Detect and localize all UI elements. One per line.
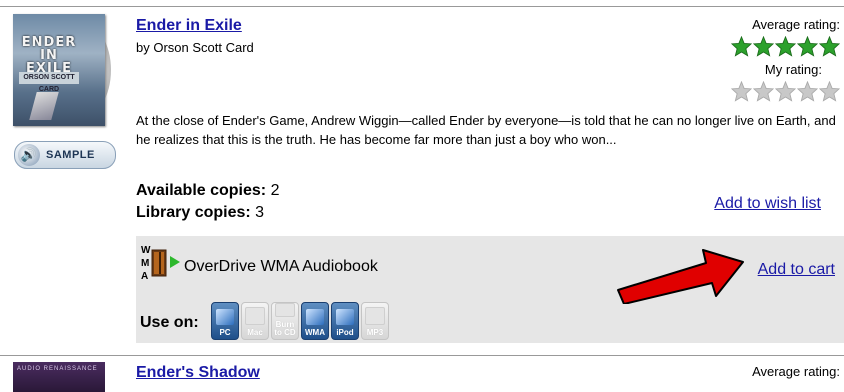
- red-arrow-annotation: [617, 249, 744, 304]
- device-ipod-icon[interactable]: iPod: [331, 302, 359, 340]
- device-wma-icon[interactable]: WMA: [301, 302, 329, 340]
- book-cover-image-2[interactable]: AUDIO RENAISSANCE: [13, 362, 105, 392]
- device-graphic-icon: [245, 307, 265, 325]
- cover-figure-graphic: [29, 92, 59, 120]
- star-empty-icon[interactable]: [753, 81, 774, 102]
- device-graphic-icon: [216, 309, 234, 325]
- device-graphic-icon: [275, 303, 295, 317]
- sample-button[interactable]: 🔊 SAMPLE: [14, 141, 116, 169]
- cover-title-text: ENDER IN EXILE: [21, 35, 77, 76]
- star-filled-icon: [731, 36, 752, 57]
- star-empty-icon[interactable]: [819, 81, 840, 102]
- format-panel: W M A OverDrive WMA Audiobook Add to car…: [136, 236, 844, 343]
- device-graphic-icon: [306, 309, 324, 325]
- book-author: by Orson Scott Card: [136, 40, 254, 55]
- add-to-wish-list-link[interactable]: Add to wish list: [714, 195, 821, 213]
- wma-letter-w: W: [141, 245, 151, 256]
- book-title-link-2[interactable]: Ender's Shadow: [136, 364, 260, 382]
- star-filled-icon: [819, 36, 840, 57]
- wma-letter-m: M: [141, 258, 149, 269]
- star-empty-icon[interactable]: [797, 81, 818, 102]
- use-on-label: Use on:: [140, 314, 199, 331]
- device-mp3-icon[interactable]: MP3: [361, 302, 389, 340]
- star-filled-icon: [797, 36, 818, 57]
- available-copies-value: 2: [270, 182, 280, 199]
- item-divider: [0, 355, 844, 356]
- device-graphic-icon: [336, 309, 354, 325]
- cover2-text: AUDIO RENAISSANCE: [17, 366, 98, 372]
- device-mac-icon[interactable]: Mac: [241, 302, 269, 340]
- device-pc-icon[interactable]: PC: [211, 302, 239, 340]
- library-copies-label: Library copies:: [136, 204, 251, 221]
- device-label: Mac: [247, 328, 263, 337]
- copies-info: Available copies: 2 Library copies: 3: [136, 180, 279, 224]
- average-rating-label: Average rating:: [752, 17, 840, 32]
- my-rating-label: My rating:: [764, 62, 822, 77]
- available-copies-label: Available copies:: [136, 182, 267, 199]
- library-copies-value: 3: [255, 204, 265, 221]
- average-rating-label-2: Average rating:: [752, 364, 840, 379]
- star-empty-icon[interactable]: [731, 81, 752, 102]
- average-rating-stars: [731, 36, 840, 57]
- cover-author-text: ORSON SCOTT CARD: [19, 72, 79, 93]
- book-description: At the close of Ender's Game, Andrew Wig…: [136, 113, 836, 147]
- device-icons: PC Mac Burn to CD WMA iPod MP3: [211, 302, 389, 340]
- device-label: MP3: [366, 328, 384, 337]
- book-cover-image[interactable]: ENDER IN EXILE ORSON SCOTT CARD: [13, 14, 111, 126]
- star-filled-icon: [753, 36, 774, 57]
- add-to-cart-link[interactable]: Add to cart: [758, 261, 835, 279]
- format-name: OverDrive WMA Audiobook: [184, 258, 378, 275]
- device-label: iPod: [336, 328, 354, 337]
- device-burn-to-cd-icon[interactable]: Burn to CD: [271, 302, 299, 340]
- sample-label: SAMPLE: [46, 149, 95, 161]
- speaker-icon: 🔊: [18, 144, 40, 166]
- device-label: PC: [219, 328, 231, 337]
- star-empty-icon[interactable]: [775, 81, 796, 102]
- my-rating-stars[interactable]: [731, 81, 840, 102]
- top-divider: [0, 6, 844, 7]
- device-label: WMA: [305, 328, 325, 337]
- wma-audiobook-icon: W M A: [141, 245, 180, 282]
- book-title-link[interactable]: Ender in Exile: [136, 17, 242, 35]
- device-label: Burn to CD: [274, 320, 296, 337]
- star-filled-icon: [775, 36, 796, 57]
- device-graphic-icon: [365, 307, 385, 325]
- wma-letter-a: A: [141, 271, 148, 282]
